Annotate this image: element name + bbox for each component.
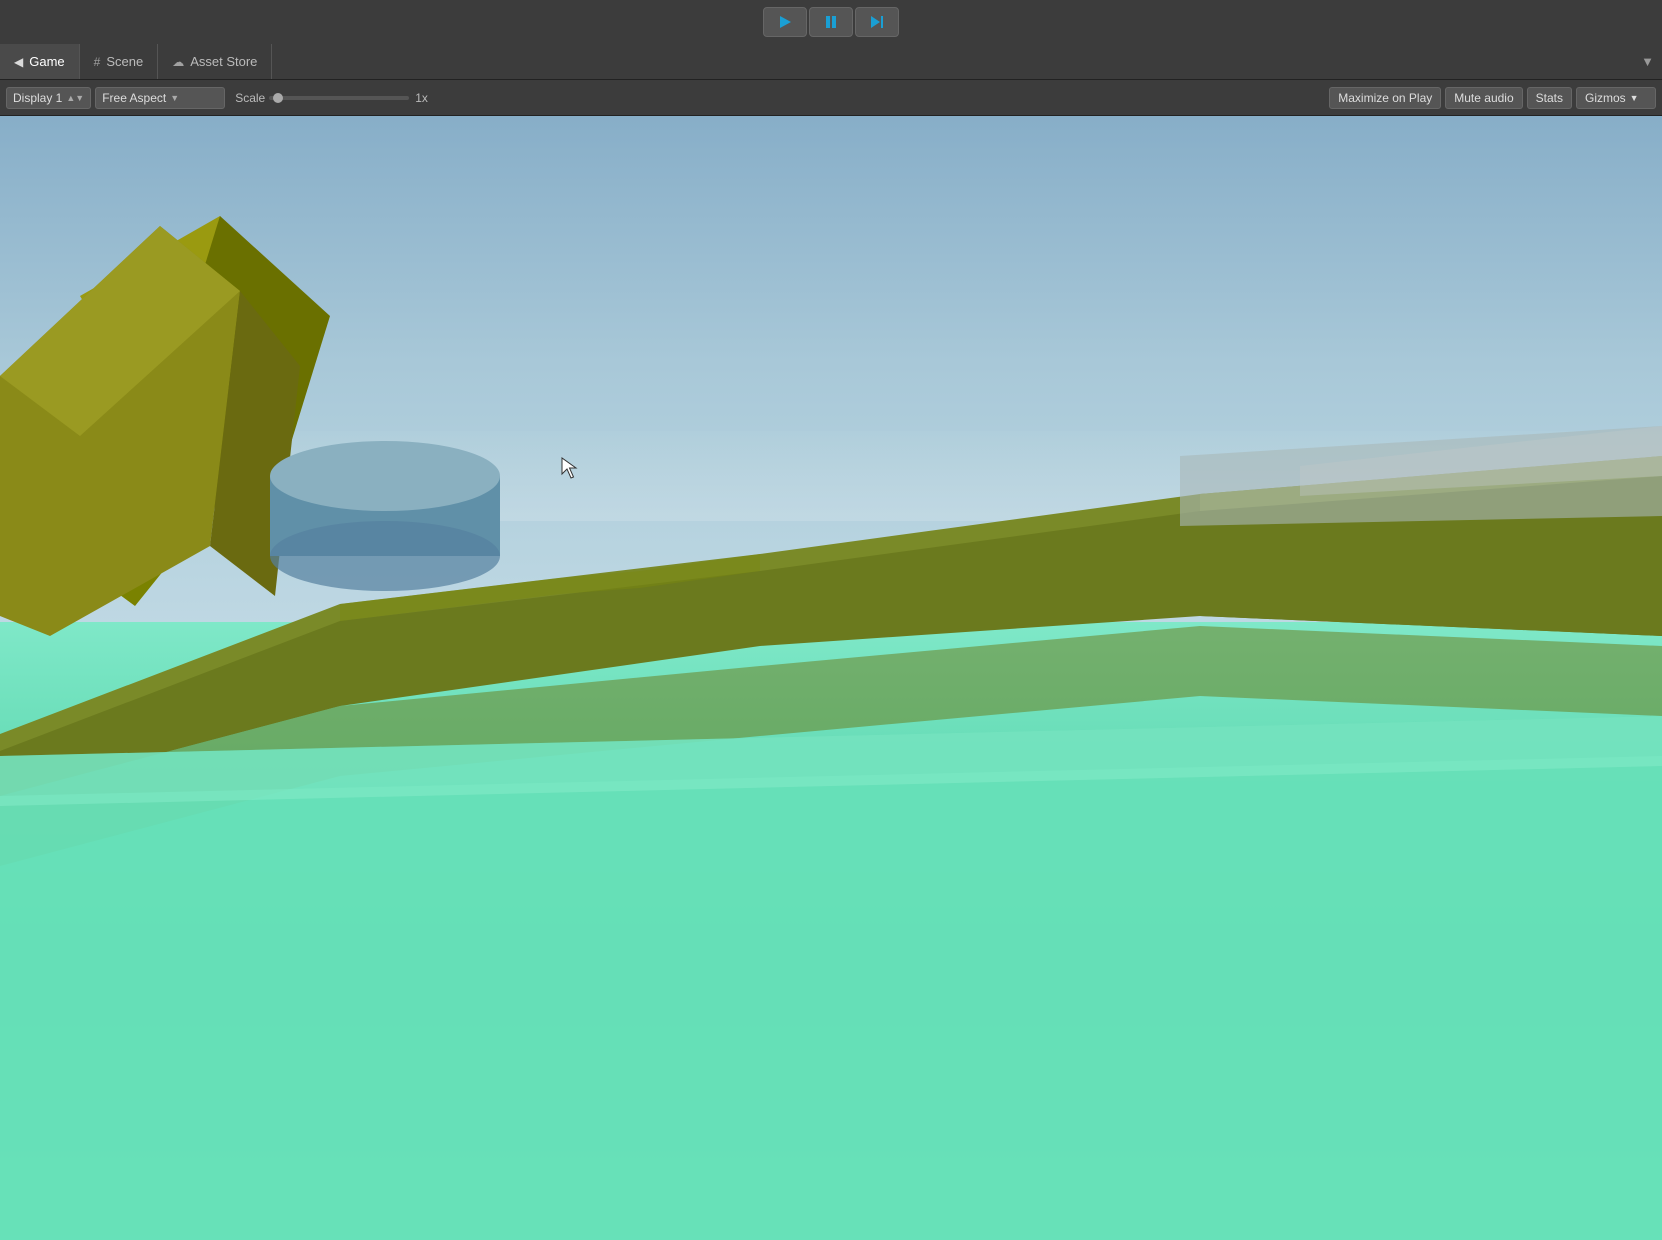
scene-tab-icon: # [94, 55, 101, 69]
gizmos-button[interactable]: Gizmos ▼ [1576, 87, 1656, 109]
aspect-select-arrow: ▼ [170, 93, 179, 103]
display-select-arrow: ▲▼ [66, 93, 84, 103]
toolbar: Display 1 ▲▼ Free Aspect ▼ Scale 1x Maxi… [0, 80, 1662, 116]
scale-slider[interactable] [269, 96, 409, 100]
pause-button[interactable] [809, 7, 853, 37]
stats-button[interactable]: Stats [1527, 87, 1572, 109]
display-select-label: Display 1 [13, 91, 62, 105]
game-viewport[interactable] [0, 116, 1662, 1240]
scale-value: 1x [415, 91, 428, 105]
aspect-select-label: Free Aspect [102, 91, 166, 105]
game-tab-icon: ◀ [14, 55, 23, 69]
skip-button[interactable] [855, 7, 899, 37]
terrain-svg [0, 116, 1662, 1240]
asset-store-tab-icon: ☁ [172, 55, 184, 69]
scale-slider-container: 1x [269, 91, 428, 105]
maximize-on-play-button[interactable]: Maximize on Play [1329, 87, 1441, 109]
scale-slider-thumb [273, 93, 283, 103]
gizmos-arrow-icon: ▼ [1630, 93, 1639, 103]
mute-audio-button[interactable]: Mute audio [1445, 87, 1522, 109]
scale-label: Scale [235, 91, 265, 105]
tab-asset-store-label: Asset Store [190, 54, 257, 69]
display-select[interactable]: Display 1 ▲▼ [6, 87, 91, 109]
tab-scene-label: Scene [106, 54, 143, 69]
tab-overflow-button[interactable]: ▼ [1633, 44, 1662, 79]
aspect-select[interactable]: Free Aspect ▼ [95, 87, 225, 109]
tab-game-label: Game [29, 54, 64, 69]
tab-asset-store[interactable]: ☁ Asset Store [158, 44, 272, 79]
playback-bar [0, 0, 1662, 44]
tab-game[interactable]: ◀ Game [0, 44, 80, 79]
tab-bar: ◀ Game # Scene ☁ Asset Store ▼ [0, 44, 1662, 80]
tab-scene[interactable]: # Scene [80, 44, 159, 79]
play-button[interactable] [763, 7, 807, 37]
